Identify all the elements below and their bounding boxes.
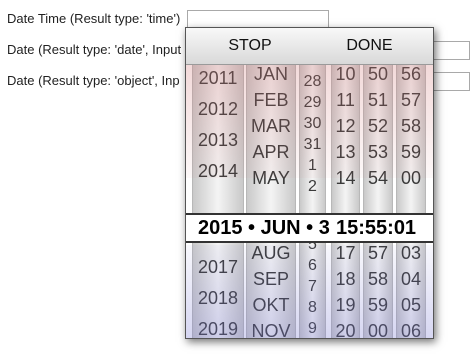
datetime-time-label: Date Time (Result type: 'time') <box>7 11 181 26</box>
year-option[interactable]: 2013 <box>193 129 243 151</box>
hour-option[interactable]: 18 <box>332 268 359 290</box>
minute-option[interactable]: 53 <box>364 141 392 163</box>
day-option[interactable]: 28 <box>300 72 325 91</box>
minute-option[interactable]: 50 <box>364 65 392 85</box>
date-time-scroller: STOP DONE 201120122013201420162017201820… <box>185 27 434 339</box>
year-option[interactable]: 2017 <box>193 256 243 278</box>
day-option[interactable]: 9 <box>300 319 325 338</box>
month-option[interactable]: FEB <box>247 89 295 111</box>
month-option[interactable]: MAY <box>247 167 295 189</box>
hour-option[interactable]: 19 <box>332 294 359 316</box>
second-option[interactable]: 56 <box>397 65 425 85</box>
second-option[interactable]: 00 <box>397 167 425 189</box>
hour-option[interactable]: 12 <box>332 115 359 137</box>
selection-bar: 2015 • JUN • 3 15:55:01 <box>186 213 433 243</box>
hour-option[interactable]: 20 <box>332 320 359 338</box>
second-option[interactable]: 06 <box>397 320 425 338</box>
day-option[interactable]: 8 <box>300 298 325 317</box>
month-option[interactable]: JAN <box>247 65 295 85</box>
year-option[interactable]: 2018 <box>193 287 243 309</box>
day-option[interactable]: 30 <box>300 114 325 133</box>
page: Date Time (Result type: 'time') Date (Re… <box>0 0 474 363</box>
day-option[interactable]: 6 <box>300 256 325 275</box>
year-option[interactable]: 2011 <box>193 67 243 89</box>
second-option[interactable]: 58 <box>397 115 425 137</box>
second-option[interactable]: 57 <box>397 89 425 111</box>
minute-option[interactable]: 52 <box>364 115 392 137</box>
minute-option[interactable]: 57 <box>364 242 392 264</box>
month-wheel[interactable]: JANFEBMARAPRMAYJULAUGSEPOKTNOV <box>246 65 296 338</box>
stop-button[interactable]: STOP <box>190 28 310 64</box>
hour-option[interactable]: 17 <box>332 242 359 264</box>
scroller-wheels: 2011 2012 2013 2014 20 1 6 2017 2018 2019 JAN FEB M… <box>186 65 433 338</box>
minute-option[interactable]: 58 <box>364 268 392 290</box>
hour-option[interactable]: 11 <box>332 89 359 111</box>
day-option[interactable]: 31 <box>300 135 325 154</box>
hour-option[interactable]: 14 <box>332 167 359 189</box>
minute-option[interactable]: 54 <box>364 167 392 189</box>
scroller-header: STOP DONE <box>186 28 433 65</box>
day-option[interactable]: 7 <box>300 277 325 296</box>
minute-option[interactable]: 51 <box>364 89 392 111</box>
second-option[interactable]: 03 <box>397 242 425 264</box>
second-option[interactable]: 05 <box>397 294 425 316</box>
year-option[interactable]: 2014 <box>193 160 243 182</box>
selected-time-value: 15:55:01 <box>336 217 417 239</box>
minute-option[interactable]: 00 <box>364 320 392 338</box>
second-wheel[interactable]: 56575859000203040506 <box>396 65 426 338</box>
selected-date-value: 2015 • JUN • 3 <box>198 217 330 239</box>
date-date-label: Date (Result type: 'date', Input <box>7 42 182 57</box>
second-option[interactable]: 04 <box>397 268 425 290</box>
day-option[interactable]: 29 <box>300 93 325 112</box>
minute-wheel[interactable]: 50515253545657585900 <box>363 65 393 338</box>
date-object-label: Date (Result type: 'object', Inp <box>7 73 180 88</box>
hour-option[interactable]: 13 <box>332 141 359 163</box>
hour-wheel[interactable]: 10111213141617181920 <box>331 65 360 338</box>
hour-option[interactable]: 10 <box>332 65 359 85</box>
month-option[interactable]: SEP <box>247 268 295 290</box>
year-wheel[interactable]: 20112012201320142016201720182019 <box>192 65 244 338</box>
year-option[interactable]: 2019 <box>193 318 243 338</box>
done-button[interactable]: DONE <box>310 28 429 64</box>
month-option[interactable]: APR <box>247 141 295 163</box>
month-option[interactable]: AUG <box>247 242 295 264</box>
month-option[interactable]: MAR <box>247 115 295 137</box>
month-option[interactable]: NOV <box>247 320 295 338</box>
day-option[interactable]: 2 <box>300 177 325 196</box>
second-option[interactable]: 59 <box>397 141 425 163</box>
day-wheel[interactable]: 2829303112456789 <box>299 65 326 338</box>
minute-option[interactable]: 59 <box>364 294 392 316</box>
day-option[interactable]: 1 <box>300 156 325 175</box>
month-option[interactable]: OKT <box>247 294 295 316</box>
year-option[interactable]: 2012 <box>193 98 243 120</box>
